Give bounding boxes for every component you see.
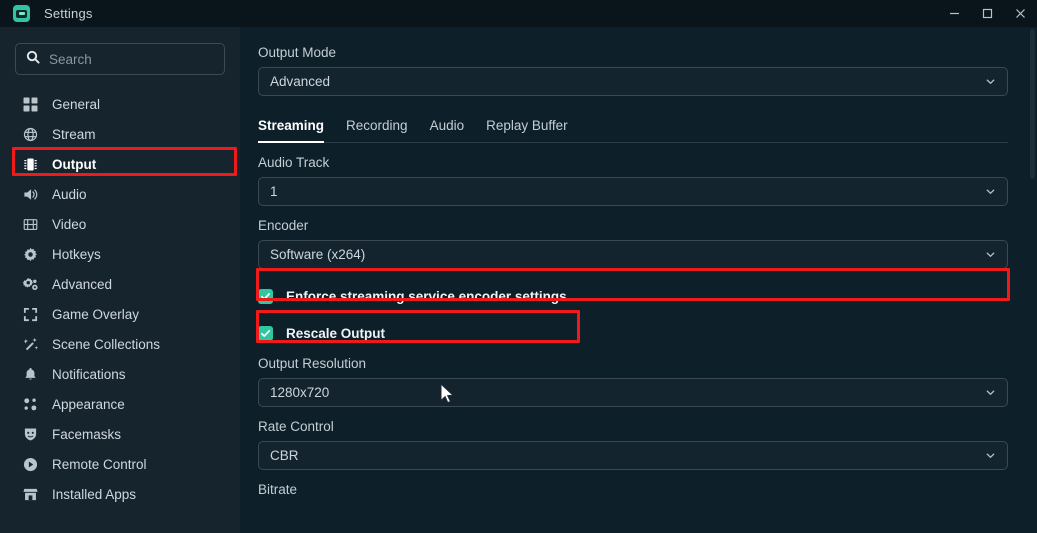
sidebar-item-stream[interactable]: Stream bbox=[0, 119, 240, 149]
output-resolution-value: 1280x720 bbox=[270, 385, 330, 400]
play-circle-icon bbox=[22, 456, 39, 473]
sidebar-item-facemasks[interactable]: Facemasks bbox=[0, 419, 240, 449]
output-mode-select[interactable]: Advanced bbox=[258, 67, 1008, 96]
encoder-label: Encoder bbox=[258, 218, 309, 233]
chevron-down-icon bbox=[985, 76, 996, 87]
sidebar-item-label: Output bbox=[52, 156, 97, 172]
sidebar-item-notifications[interactable]: Notifications bbox=[0, 359, 240, 389]
settings-sidebar: General Stream bbox=[0, 27, 240, 533]
tab-recording[interactable]: Recording bbox=[346, 118, 408, 142]
search-box[interactable] bbox=[15, 43, 225, 75]
sidebar-item-audio[interactable]: Audio bbox=[0, 179, 240, 209]
audio-track-select[interactable]: 1 bbox=[258, 177, 1008, 206]
tab-label: Streaming bbox=[258, 118, 325, 133]
tab-label: Replay Buffer bbox=[486, 118, 568, 133]
sidebar-item-label: Scene Collections bbox=[52, 336, 161, 352]
output-resolution-label: Output Resolution bbox=[258, 356, 367, 371]
checkbox-checked-icon[interactable] bbox=[258, 325, 273, 341]
rescale-output-label: Rescale Output bbox=[286, 325, 386, 341]
output-mode-label: Output Mode bbox=[258, 45, 337, 60]
sidebar-item-label: Hotkeys bbox=[52, 246, 101, 262]
tab-label: Audio bbox=[429, 118, 465, 133]
window-controls bbox=[938, 0, 1037, 27]
settings-window: Settings Search General Stream Output Au… bbox=[0, 0, 1037, 533]
dots-icon bbox=[22, 396, 39, 413]
bell-icon bbox=[22, 366, 39, 383]
enforce-streaming-settings-row[interactable]: Enforce streaming service encoder settin… bbox=[258, 285, 1008, 307]
output-tabs: Streaming Recording Audio Replay Buffer bbox=[258, 118, 1008, 143]
rate-control-value: CBR bbox=[270, 448, 299, 463]
audio-track-value: 1 bbox=[270, 184, 278, 199]
window-title: Settings bbox=[44, 6, 93, 21]
enforce-streaming-settings-label: Enforce streaming service encoder settin… bbox=[286, 288, 567, 304]
sidebar-item-hotkeys[interactable]: Hotkeys bbox=[0, 239, 240, 269]
content-inner: Output Mode Advanced Streaming Recording bbox=[258, 45, 1008, 497]
sidebar-item-remote-control[interactable]: Remote Control bbox=[0, 449, 240, 479]
sliders-icon bbox=[22, 276, 39, 293]
close-icon[interactable] bbox=[1004, 0, 1037, 27]
chevron-down-icon bbox=[985, 249, 996, 260]
chip-icon bbox=[22, 156, 39, 173]
sidebar-item-label: Game Overlay bbox=[52, 306, 140, 322]
tab-audio[interactable]: Audio bbox=[430, 118, 465, 142]
output-mode-value: Advanced bbox=[270, 74, 331, 89]
chevron-down-icon bbox=[985, 387, 996, 398]
sidebar-item-output[interactable]: Output bbox=[0, 149, 240, 179]
checkbox-checked-icon[interactable] bbox=[258, 288, 273, 304]
sidebar-item-label: Appearance bbox=[52, 396, 125, 412]
chevron-down-icon bbox=[985, 450, 996, 461]
speaker-icon bbox=[22, 186, 39, 203]
audio-track-label: Audio Track bbox=[258, 155, 330, 170]
sidebar-item-game-overlay[interactable]: Game Overlay bbox=[0, 299, 240, 329]
search-input[interactable] bbox=[49, 51, 214, 67]
gear-icon bbox=[22, 246, 39, 263]
sidebar-item-installed-apps[interactable]: Installed Apps bbox=[0, 479, 240, 509]
rate-control-label: Rate Control bbox=[258, 419, 334, 434]
sidebar-item-general[interactable]: General bbox=[0, 89, 240, 119]
sidebar-item-label: Stream bbox=[52, 126, 96, 142]
search-icon bbox=[26, 50, 40, 69]
maximize-icon[interactable] bbox=[971, 0, 1004, 27]
film-icon bbox=[22, 216, 39, 233]
scrollbar-thumb[interactable] bbox=[1030, 29, 1035, 179]
sparkle-icon bbox=[22, 336, 39, 353]
encoder-select[interactable]: Software (x264) bbox=[258, 240, 1008, 269]
sidebar-item-advanced[interactable]: Advanced bbox=[0, 269, 240, 299]
sidebar-item-scene-collections[interactable]: Scene Collections bbox=[0, 329, 240, 359]
globe-icon bbox=[22, 126, 39, 143]
titlebar-left-group: Settings bbox=[0, 5, 93, 22]
output-resolution-select[interactable]: 1280x720 bbox=[258, 378, 1008, 407]
sidebar-item-label: Advanced bbox=[52, 276, 113, 292]
settings-content-panel: Output Mode Advanced Streaming Recording bbox=[240, 27, 1037, 533]
tab-label: Recording bbox=[346, 118, 408, 133]
mask-icon bbox=[22, 426, 39, 443]
grid-icon bbox=[22, 96, 39, 113]
sidebar-item-label: General bbox=[52, 96, 101, 112]
chevron-down-icon bbox=[985, 186, 996, 197]
content-scrollbar[interactable] bbox=[1027, 27, 1037, 533]
window-titlebar: Settings bbox=[0, 0, 1037, 27]
sidebar-item-label: Facemasks bbox=[52, 426, 122, 442]
tab-replay-buffer[interactable]: Replay Buffer bbox=[486, 118, 568, 142]
sidebar-item-appearance[interactable]: Appearance bbox=[0, 389, 240, 419]
sidebar-item-video[interactable]: Video bbox=[0, 209, 240, 239]
obs-studio-icon bbox=[13, 5, 30, 22]
sidebar-item-label: Video bbox=[52, 216, 87, 232]
sidebar-item-label: Remote Control bbox=[52, 456, 147, 472]
rescale-output-row[interactable]: Rescale Output bbox=[258, 322, 1008, 344]
tab-streaming[interactable]: Streaming bbox=[258, 118, 325, 143]
store-icon bbox=[22, 486, 39, 503]
sidebar-item-label: Notifications bbox=[52, 366, 126, 382]
rate-control-select[interactable]: CBR bbox=[258, 441, 1008, 470]
minimize-icon[interactable] bbox=[938, 0, 971, 27]
encoder-value: Software (x264) bbox=[270, 247, 366, 262]
window-body: General Stream bbox=[0, 27, 1037, 533]
sidebar-nav-list: General Stream Output Audio Video Hotkey… bbox=[0, 89, 240, 509]
sidebar-item-label: Audio bbox=[52, 186, 87, 202]
sidebar-item-label: Installed Apps bbox=[52, 486, 137, 502]
bitrate-label: Bitrate bbox=[258, 482, 298, 497]
expand-icon bbox=[22, 306, 39, 323]
